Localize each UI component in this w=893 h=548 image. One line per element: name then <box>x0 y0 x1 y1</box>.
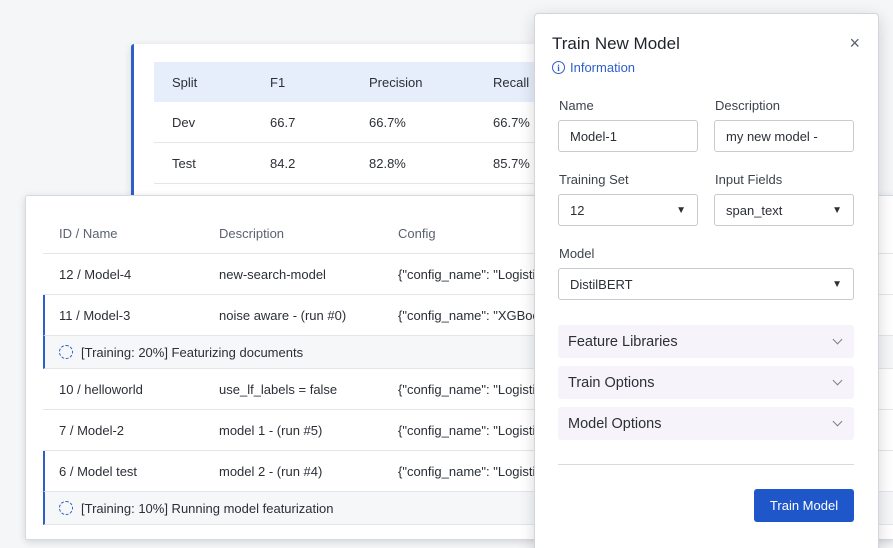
model-config: {"config_name": "Logisti <box>398 266 536 282</box>
model-description: noise aware - (run #0) <box>219 307 347 323</box>
training-set-select[interactable]: 12 ▼ <box>558 194 698 226</box>
model-description: model 1 - (run #5) <box>219 422 323 438</box>
metrics-cell: Dev <box>172 114 196 130</box>
metrics-header-f1: F1 <box>270 74 286 90</box>
train-model-button[interactable]: Train Model <box>754 489 854 522</box>
caret-down-icon: ▼ <box>832 204 842 216</box>
metrics-header-split: Split <box>172 74 198 90</box>
model-config: {"config_name": "Logisti <box>398 463 536 479</box>
models-header-description: Description <box>219 226 285 241</box>
input-fields-value: span_text <box>726 202 783 218</box>
information-label: Information <box>570 60 636 75</box>
metrics-cell: 82.8% <box>369 155 406 171</box>
description-input-value: my new model - <box>726 128 818 144</box>
accordion-feature-libraries[interactable]: Feature Libraries <box>558 325 854 358</box>
metrics-cell: 84.2 <box>270 155 296 171</box>
model-select[interactable]: DistilBERT ▼ <box>558 268 854 300</box>
chevron-down-icon <box>832 375 843 386</box>
metrics-cell: 66.7% <box>493 114 530 130</box>
accordion-label: Feature Libraries <box>568 333 678 350</box>
model-description: model 2 - (run #4) <box>219 463 323 479</box>
input-fields-label: Input Fields <box>715 172 783 187</box>
train-model-modal: Train New Model × i Information Name Mod… <box>534 13 879 548</box>
metrics-cell: 66.7 <box>270 114 296 130</box>
metrics-cell: 85.7% <box>493 155 530 171</box>
model-label: Model <box>559 246 595 261</box>
model-id: 7 / Model-2 <box>59 422 125 438</box>
metrics-card: Split F1 Precision Recall Dev 66.7 66.7%… <box>131 44 551 214</box>
training-status-text: [Training: 20%] Featurizing documents <box>81 344 304 360</box>
input-fields-select[interactable]: span_text ▼ <box>714 194 854 226</box>
chevron-down-icon <box>832 416 843 427</box>
accordion-model-options[interactable]: Model Options <box>558 407 854 440</box>
accordion-train-options[interactable]: Train Options <box>558 366 854 399</box>
training-set-label: Training Set <box>559 172 629 187</box>
caret-down-icon: ▼ <box>676 204 686 216</box>
model-config: {"config_name": "Logisti <box>398 381 536 397</box>
training-set-value: 12 <box>570 202 585 218</box>
close-icon[interactable]: × <box>849 34 860 52</box>
model-id: 10 / helloworld <box>59 381 143 397</box>
information-link[interactable]: i Information <box>552 60 635 75</box>
accordion-label: Train Options <box>568 374 655 391</box>
loading-spinner-icon <box>59 501 73 515</box>
model-id: 12 / Model-4 <box>59 266 132 282</box>
name-label: Name <box>559 98 594 113</box>
model-id: 11 / Model-3 <box>59 307 131 323</box>
name-input[interactable]: Model-1 <box>558 120 698 152</box>
accordion-label: Model Options <box>568 415 662 432</box>
divider <box>558 464 854 465</box>
modal-title: Train New Model <box>552 34 680 53</box>
metrics-row-dev: Dev 66.7 66.7% 66.7% <box>154 102 551 143</box>
metrics-header-precision: Precision <box>369 74 423 90</box>
training-status-text: [Training: 10%] Running model featurizat… <box>81 500 334 516</box>
model-config: {"config_name": "XGBoo <box>398 307 540 323</box>
metrics-cell: Test <box>172 155 196 171</box>
metrics-table-header: Split F1 Precision Recall <box>154 62 551 102</box>
metrics-cell: 66.7% <box>369 114 406 130</box>
info-icon: i <box>552 61 565 74</box>
models-header-config: Config <box>398 226 436 241</box>
description-label: Description <box>715 98 781 113</box>
caret-down-icon: ▼ <box>832 278 842 290</box>
description-input[interactable]: my new model - <box>714 120 854 152</box>
metrics-row-test: Test 84.2 82.8% 85.7% <box>154 143 551 184</box>
model-id: 6 / Model test <box>59 463 138 479</box>
model-value: DistilBERT <box>570 276 633 292</box>
model-description: use_lf_labels = false <box>219 381 338 397</box>
name-input-value: Model-1 <box>570 128 617 144</box>
model-config: {"config_name": "Logisti <box>398 422 536 438</box>
metrics-header-recall: Recall <box>493 74 530 90</box>
model-description: new-search-model <box>219 266 326 282</box>
chevron-down-icon <box>832 334 843 345</box>
loading-spinner-icon <box>59 345 73 359</box>
models-header-id: ID / Name <box>59 226 118 241</box>
